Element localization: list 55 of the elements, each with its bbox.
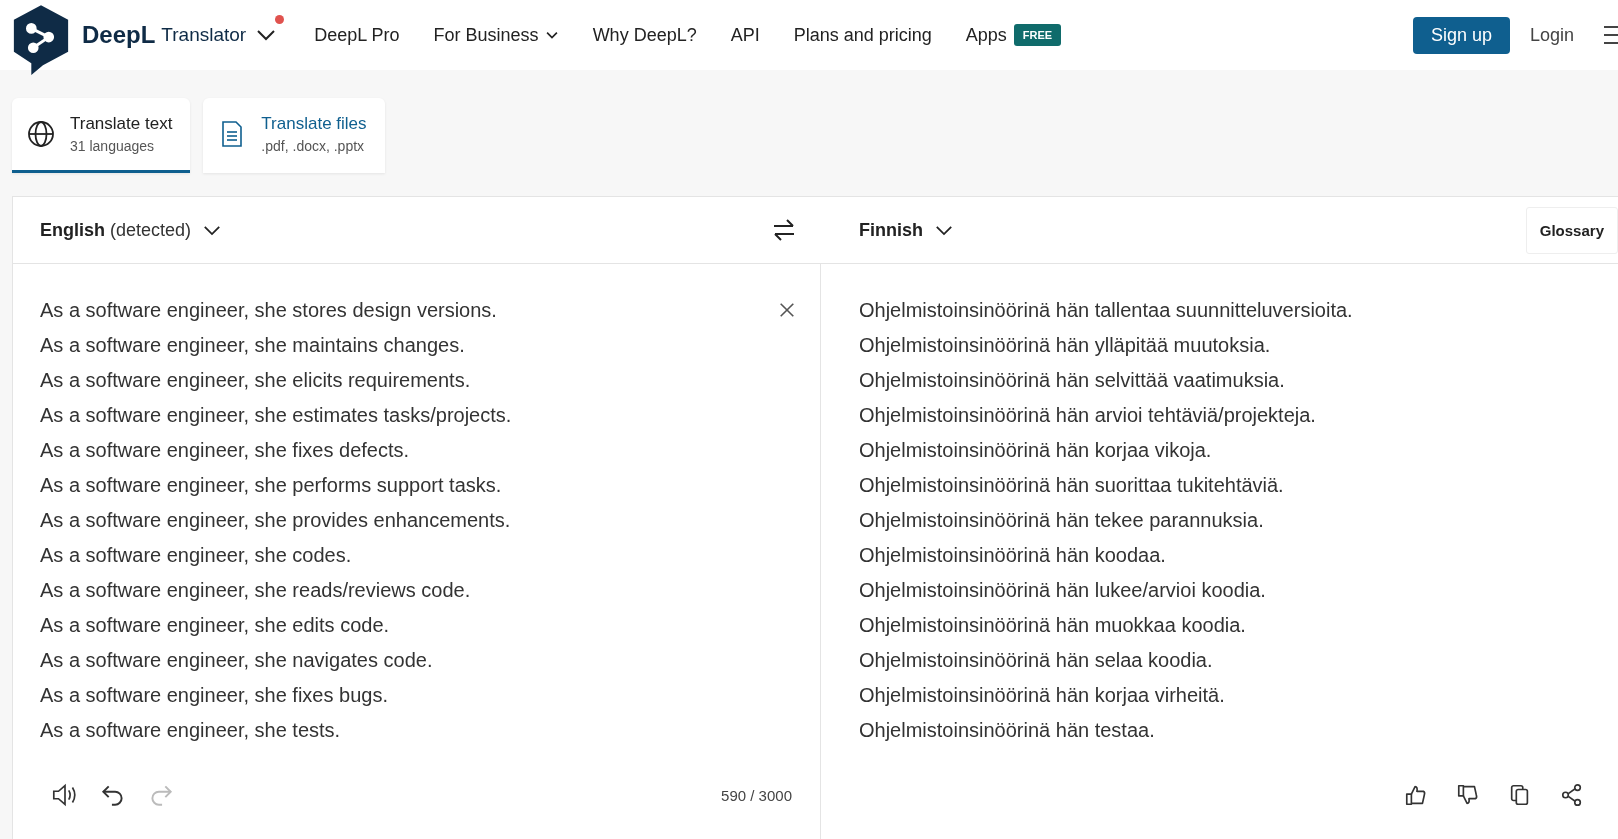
nav-link[interactable]: Apps	[965, 24, 1007, 46]
translated-sentence: Ohjelmistoinsinöörinä hän korjaa virheitä.	[859, 683, 1226, 708]
source-sentence[interactable]: As a software engineer, she provides enhancements.	[40, 503, 778, 538]
source-sentence[interactable]: As a software engineer, she stores design versions.	[40, 293, 778, 328]
translated-sentence: Ohjelmistoinsinöörinä hän selaa koodia.	[859, 648, 1214, 673]
translated-sentence: Ohjelmistoinsinöörinä hän koodaa.	[859, 543, 1167, 568]
nav-link[interactable]: Why DeepL?	[592, 24, 697, 46]
source-sentence[interactable]: As a software engineer, she tests.	[40, 713, 778, 748]
nav-link[interactable]: API	[730, 24, 760, 46]
translated-sentence: Ohjelmistoinsinöörinä hän lukee/arvioi koodia.	[859, 578, 1267, 603]
translated-sentence: Ohjelmistoinsinöörinä hän arvioi tehtäviä/projekteja.	[859, 403, 1317, 428]
translated-sentence: Ohjelmistoinsinöörinä hän suorittaa tukitehtäviä.	[859, 473, 1285, 498]
translated-sentence: Ohjelmistoinsinöörinä hän tekee parannuksia.	[859, 508, 1265, 533]
source-sentence[interactable]: As a software engineer, she edits code.	[40, 608, 778, 643]
speaker-icon[interactable]	[51, 781, 79, 809]
share-icon[interactable]	[1560, 783, 1584, 807]
source-sentence[interactable]: As a software engineer, she maintains changes.	[40, 328, 778, 363]
translated-sentence: Ohjelmistoinsinöörinä hän muokkaa koodia.	[859, 613, 1247, 638]
translated-sentence: Ohjelmistoinsinöörinä hän selvittää vaatimuksia.	[859, 368, 1286, 393]
mode-tab[interactable]: Translate files .pdf, .docx, .pptx	[203, 98, 385, 173]
source-sentence[interactable]: As a software engineer, she reads/reviews code.	[40, 573, 778, 608]
source-language-selector[interactable]: English (detected)	[40, 213, 222, 247]
caret-icon[interactable]	[935, 224, 953, 236]
translated-sentence: Ohjelmistoinsinöörinä hän testaa.	[859, 718, 1156, 743]
brand-name[interactable]: DeepL	[82, 21, 156, 49]
character-counter: 590 / 3000	[721, 786, 792, 804]
translated-sentence: Ohjelmistoinsinöörinä hän ylläpitää muutoksia.	[859, 333, 1272, 358]
close-icon[interactable]	[778, 301, 796, 319]
caret-icon[interactable]	[256, 29, 277, 41]
sign-up-button[interactable]: Sign up	[1412, 16, 1510, 54]
login-link[interactable]: Login	[1529, 24, 1574, 46]
source-sentence[interactable]: As a software engineer, she performs support tasks.	[40, 468, 778, 503]
thumbs-up-icon[interactable]	[1404, 783, 1428, 807]
source-sentence[interactable]: As a software engineer, she codes.	[40, 538, 778, 573]
thumbs-down-icon[interactable]	[1456, 783, 1480, 807]
mode-tab[interactable]: Translate text 31 languages	[12, 98, 191, 173]
free-badge: FREE	[1013, 24, 1062, 46]
swap-languages-icon[interactable]	[771, 218, 797, 242]
translated-sentence: Ohjelmistoinsinöörinä hän tallentaa suunnitteluversioita.	[859, 298, 1354, 323]
source-sentence[interactable]: As a software engineer, she navigates code.	[40, 643, 778, 678]
globe-icon	[26, 119, 56, 149]
glossary-button[interactable]: Glossary	[1525, 206, 1618, 254]
nav-link[interactable]: DeepL Pro	[314, 24, 400, 46]
nav-link[interactable]: For Business	[433, 24, 559, 46]
target-language-selector[interactable]: Finnish	[859, 213, 953, 247]
menu-icon[interactable]	[1604, 23, 1618, 47]
caret-icon[interactable]	[544, 30, 559, 40]
nav-link[interactable]: Plans and pricing	[793, 24, 932, 46]
product-name[interactable]: Translator	[161, 24, 247, 46]
source-sentence[interactable]: As a software engineer, she estimates tasks/projects.	[40, 398, 778, 433]
caret-icon[interactable]	[203, 224, 222, 236]
translated-sentence: Ohjelmistoinsinöörinä hän korjaa vikoja.	[859, 438, 1213, 463]
source-sentence[interactable]: As a software engineer, she fixes bugs.	[40, 678, 778, 713]
source-sentence[interactable]: As a software engineer, she fixes defects.	[40, 433, 778, 468]
source-sentence[interactable]: As a software engineer, she elicits requirements.	[40, 363, 778, 398]
